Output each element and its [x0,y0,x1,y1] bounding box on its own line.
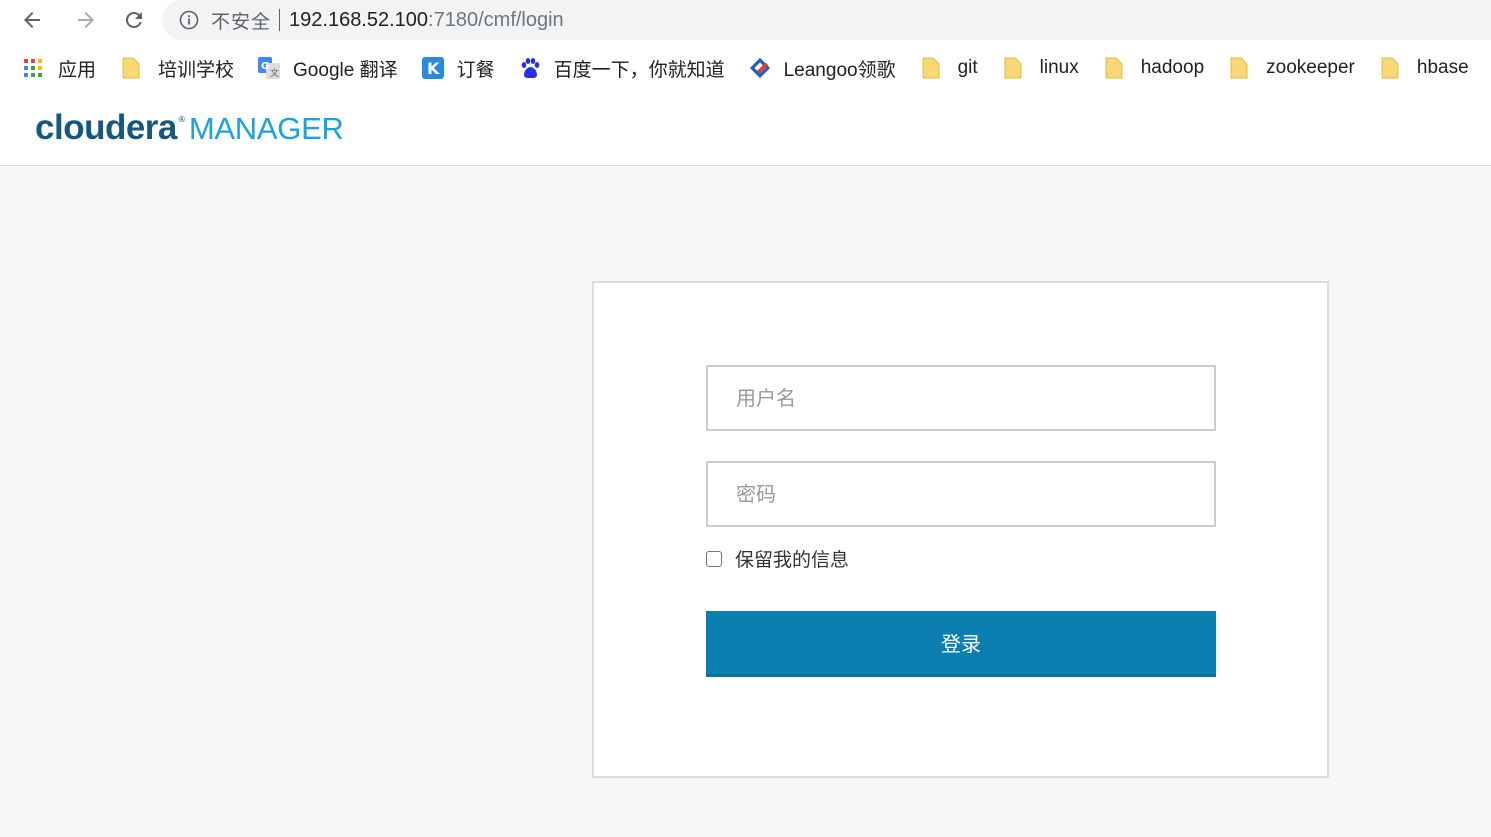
bookmark-order-food[interactable]: K 订餐 [421,52,495,84]
svg-text:K: K [427,59,440,78]
bookmark-apps[interactable]: 应用 [22,52,96,84]
remember-me[interactable]: 保留我的信息 [706,545,849,572]
logo-brand: cloudera [35,108,177,147]
bookmark-leangoo[interactable]: Leangoo领歌 [749,52,896,84]
bookmark-zookeeper[interactable]: zookeeper [1228,52,1355,84]
bookmark-hadoop[interactable]: hadoop [1103,52,1204,84]
browser-toolbar: 不安全 192.168.52.100:7180/cmf/login [0,0,1491,40]
address-bar[interactable]: 不安全 192.168.52.100:7180/cmf/login [162,0,1491,40]
arrow-right-icon [78,12,94,28]
bookmark-label: hadoop [1140,57,1205,78]
bookmark-linux[interactable]: linux [1002,52,1079,84]
bookmark-hbase[interactable]: hbase [1379,52,1469,84]
bookmark-label: 百度一下，你就知道 [553,59,725,81]
folder-icon [120,57,142,79]
k-app-icon: K [421,57,444,79]
bookmark-label: zookeeper [1266,57,1355,78]
apps-grid-icon [22,57,44,79]
back-button[interactable] [0,0,62,40]
url-text[interactable]: 192.168.52.100:7180/cmf/login [289,9,564,32]
bookmark-label: 应用 [58,59,97,81]
bookmark-git[interactable]: git [920,52,978,84]
reload-icon [125,11,142,28]
info-icon[interactable] [178,9,200,31]
login-form: 保留我的信息 登录 [592,281,1329,778]
bookmark-label: linux [1039,57,1079,78]
bookmark-label: 培训学校 [158,59,235,81]
forward-button[interactable] [62,0,110,40]
bookmark-google-translate[interactable]: G 文 Google 翻译 [258,52,398,84]
bookmark-label: Google 翻译 [293,59,398,81]
svg-text:文: 文 [270,67,279,79]
remember-me-label: 保留我的信息 [735,549,850,571]
bookmark-label: git [957,57,978,78]
folder-icon [1379,57,1401,79]
url-host: 192.168.52.100 [289,8,429,31]
username-input[interactable] [706,365,1216,431]
svg-text:G: G [261,61,269,72]
folder-icon [920,57,942,79]
bookmark-training-school[interactable]: 培训学校 [120,52,234,84]
url-path: :7180/cmf/login [428,8,564,31]
baidu-paw-icon [519,57,541,79]
app-header: cloudera ® MANAGER [0,92,1491,166]
reload-button[interactable] [110,0,158,40]
logo-registered-mark: ® [177,115,186,124]
google-translate-icon: G 文 [258,57,281,79]
login-button[interactable]: 登录 [706,611,1216,677]
bookmark-label: hbase [1416,57,1469,78]
leangoo-icon [749,57,771,79]
main-content: 保留我的信息 登录 [0,167,1491,837]
bookmarks-bar: 应用 培训学校 G 文 Google 翻译 K 订餐 百度一下，你就知道 Lea… [0,44,1491,92]
password-input[interactable] [706,461,1216,527]
bookmark-label: 订餐 [456,59,495,81]
folder-icon [1228,57,1250,79]
folder-icon [1103,57,1125,79]
arrow-left-icon [24,12,40,28]
security-label[interactable]: 不安全 [211,7,271,34]
cloudera-manager-logo[interactable]: cloudera ® MANAGER [35,108,344,148]
logo-product: MANAGER [188,111,344,146]
remember-me-checkbox[interactable] [706,550,722,567]
bookmark-baidu[interactable]: 百度一下，你就知道 [519,52,725,84]
address-divider [279,9,281,31]
folder-icon [1002,57,1024,79]
bookmark-label: Leangoo领歌 [783,59,896,81]
